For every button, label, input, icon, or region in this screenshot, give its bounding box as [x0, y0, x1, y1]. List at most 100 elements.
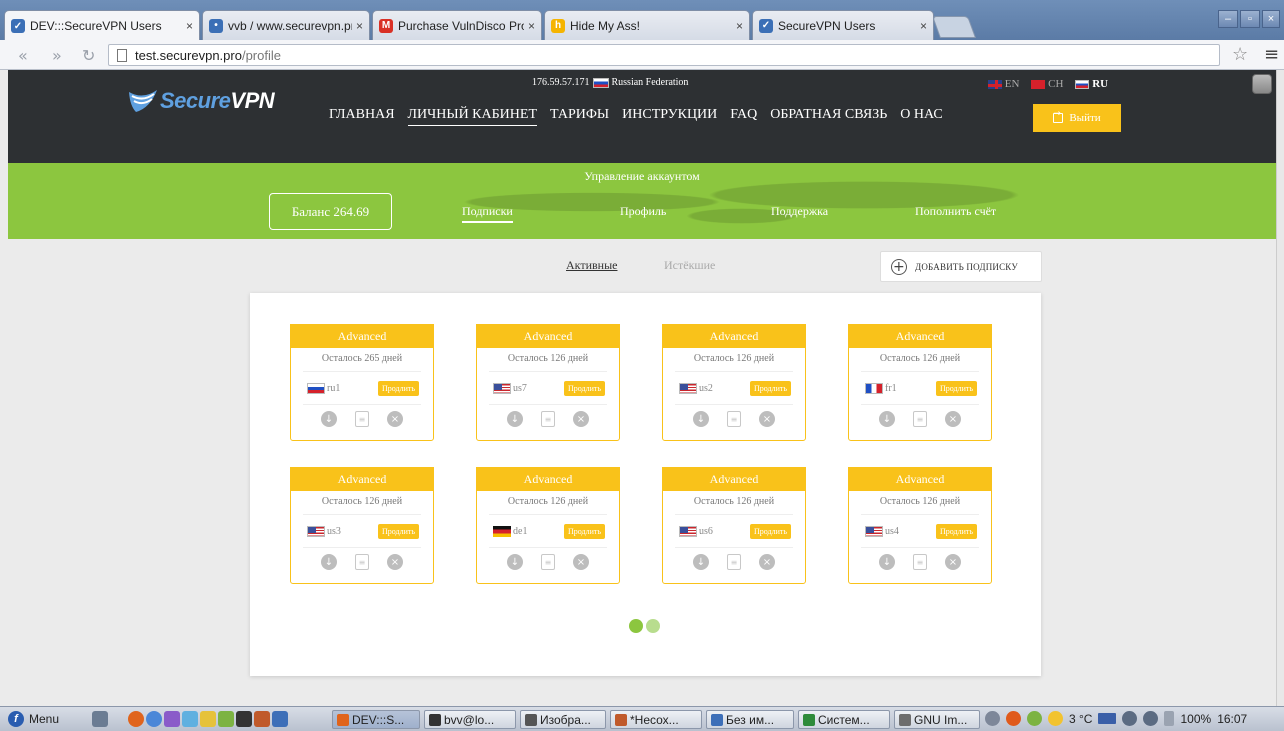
taskbar-item-system[interactable]: Систем... — [798, 710, 890, 729]
lang-en[interactable]: EN — [988, 78, 1019, 90]
renew-button[interactable]: Продлить — [563, 380, 605, 396]
subscriptions-panel: Advanced Осталось 265 дней ru1 Продлить ↓ ≡ × A… — [250, 293, 1041, 676]
pagination-dot-active[interactable] — [629, 619, 643, 633]
pagination-dot[interactable] — [646, 619, 660, 633]
renew-button[interactable]: Продлить — [749, 380, 791, 396]
edit-icon[interactable]: ≡ — [355, 411, 369, 427]
download-icon[interactable]: ↓ — [693, 411, 709, 427]
tab-close-icon[interactable]: × — [736, 19, 743, 33]
maximize-button[interactable]: ▫ — [1240, 10, 1260, 28]
filter-active-link[interactable]: Активные — [566, 258, 617, 273]
update-icon[interactable] — [1006, 711, 1021, 726]
delete-icon[interactable]: × — [387, 411, 403, 427]
edit-icon[interactable]: ≡ — [355, 554, 369, 570]
nav-faq[interactable]: FAQ — [730, 107, 757, 126]
download-icon[interactable]: ↓ — [321, 411, 337, 427]
nav-tariffs[interactable]: ТАРИФЫ — [550, 107, 609, 126]
taskbar-item-unsaved[interactable]: *Несох... — [610, 710, 702, 729]
taskbar-item-untitled[interactable]: Без им... — [706, 710, 794, 729]
tab-close-icon[interactable]: × — [920, 19, 927, 33]
lang-ch[interactable]: CH — [1031, 78, 1063, 90]
wifi-icon[interactable] — [1122, 711, 1138, 726]
chrome-icon[interactable] — [146, 711, 162, 727]
download-icon[interactable]: ↓ — [507, 411, 523, 427]
taskbar-item-chrome[interactable]: DEV:::S... — [332, 710, 420, 729]
minimize-button[interactable]: – — [1218, 10, 1238, 28]
download-icon[interactable]: ↓ — [879, 411, 895, 427]
delete-icon[interactable]: × — [759, 411, 775, 427]
filter-expired-link[interactable]: Истёкшие — [664, 258, 715, 273]
edit-icon[interactable]: ≡ — [913, 411, 927, 427]
lang-ru[interactable]: RU — [1075, 78, 1108, 90]
download-icon[interactable]: ↓ — [507, 554, 523, 570]
extension-icon[interactable] — [1252, 74, 1272, 94]
delete-icon[interactable]: × — [945, 411, 961, 427]
download-icon[interactable]: ↓ — [693, 554, 709, 570]
monitor-icon[interactable] — [272, 711, 288, 727]
forward-arrow-icon[interactable]: » — [52, 46, 62, 65]
text-editor-icon[interactable] — [200, 711, 216, 727]
download-icon[interactable]: ↓ — [879, 554, 895, 570]
renew-button[interactable]: Продлить — [935, 523, 977, 539]
launcher-icon[interactable] — [164, 711, 180, 727]
tab-close-icon[interactable]: × — [356, 19, 363, 33]
reload-icon[interactable]: ↻ — [82, 46, 95, 65]
renew-button[interactable]: Продлить — [377, 523, 419, 539]
securevpn-logo[interactable]: SecureVPN — [126, 88, 275, 114]
nav-account[interactable]: ЛИЧНЫЙ КАБИНЕТ — [407, 107, 537, 126]
browser-tab[interactable]: • vvb / www.securevpn.pro × — [202, 10, 370, 40]
edit-icon[interactable]: ≡ — [541, 411, 555, 427]
start-menu-button[interactable]: f Menu — [8, 711, 59, 727]
terminal-icon[interactable] — [236, 711, 252, 727]
renew-button[interactable]: Продлить — [749, 523, 791, 539]
tab-close-icon[interactable]: × — [528, 19, 535, 33]
nav-home[interactable]: ГЛАВНАЯ — [329, 107, 395, 126]
taskbar-item-terminal[interactable]: bvv@lo... — [424, 710, 516, 729]
download-icon[interactable]: ↓ — [321, 554, 337, 570]
url-input[interactable]: test.securevpn.pro/profile — [108, 44, 1220, 66]
bookmark-star-icon[interactable]: ☆ — [1232, 44, 1248, 65]
tab-topup[interactable]: Пополнить счёт — [915, 204, 996, 219]
browser-tab[interactable]: ✓ SecureVPN Users × — [752, 10, 934, 40]
tab-close-icon[interactable]: × — [186, 19, 193, 33]
edit-icon[interactable]: ≡ — [541, 554, 555, 570]
browser-tab[interactable]: h Hide My Ass! × — [544, 10, 750, 40]
tab-subscriptions[interactable]: Подписки — [462, 204, 513, 223]
delete-icon[interactable]: × — [387, 554, 403, 570]
taskbar-item-gimp[interactable]: GNU Im... — [894, 710, 980, 729]
tab-support[interactable]: Поддержка — [771, 204, 828, 219]
renew-button[interactable]: Продлить — [563, 523, 605, 539]
keyboard-layout-flag-icon[interactable] — [1098, 713, 1117, 724]
delete-icon[interactable]: × — [573, 554, 589, 570]
firefox-icon[interactable] — [128, 711, 144, 727]
nav-about[interactable]: О НАС — [900, 107, 942, 126]
close-window-button[interactable]: × — [1262, 10, 1280, 28]
edit-icon[interactable]: ≡ — [727, 554, 741, 570]
tools-icon[interactable] — [1027, 711, 1042, 726]
edit-icon[interactable]: ≡ — [727, 411, 741, 427]
add-subscription-button[interactable]: + ДОБАВИТЬ ПОДПИСКУ — [880, 251, 1042, 282]
delete-icon[interactable]: × — [945, 554, 961, 570]
renew-button[interactable]: Продлить — [935, 380, 977, 396]
delete-icon[interactable]: × — [759, 554, 775, 570]
nav-feedback[interactable]: ОБРАТНАЯ СВЯЗЬ — [770, 107, 887, 126]
notes-icon[interactable] — [254, 711, 270, 727]
browser-tab[interactable]: ✓ DEV:::SecureVPN Users × — [4, 10, 200, 41]
delete-icon[interactable]: × — [573, 411, 589, 427]
page-scrollbar[interactable] — [1276, 70, 1284, 706]
show-desktop-icon[interactable] — [92, 711, 108, 727]
hamburger-menu-icon[interactable]: ≡ — [1264, 44, 1279, 65]
nav-instructions[interactable]: ИНСТРУКЦИИ — [622, 107, 717, 126]
launcher-icon[interactable] — [182, 711, 198, 727]
tab-profile[interactable]: Профиль — [620, 204, 666, 219]
tools-icon[interactable] — [218, 711, 234, 727]
renew-button[interactable]: Продлить — [377, 380, 419, 396]
new-tab-button[interactable] — [931, 16, 977, 38]
volume-icon[interactable] — [1143, 711, 1159, 726]
logout-button[interactable]: Выйти — [1033, 104, 1121, 132]
taskbar-item-images[interactable]: Изобра... — [520, 710, 606, 729]
edit-icon[interactable]: ≡ — [913, 554, 927, 570]
browser-tab[interactable]: M Purchase VulnDisco Pro ai × — [372, 10, 542, 40]
back-arrow-icon[interactable]: « — [18, 46, 28, 65]
star-icon[interactable] — [985, 711, 1000, 726]
